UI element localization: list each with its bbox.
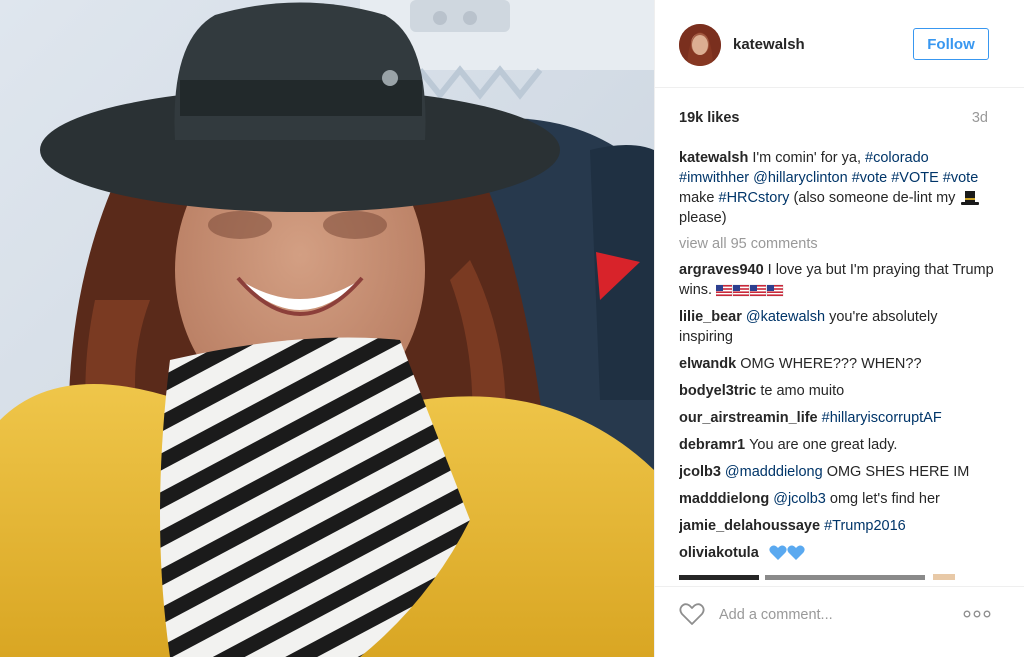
- comment-text: OMG WHERE??? WHEN??: [740, 356, 922, 372]
- comment-item: bodyel3tric te amo muito: [679, 381, 995, 401]
- selfie-image: [0, 0, 654, 657]
- comment-item: our_airstreamin_life #hillaryiscorruptAF: [679, 408, 995, 428]
- comment-username[interactable]: debramr1: [679, 437, 745, 453]
- post-footer: [655, 586, 1024, 657]
- hashtag-link[interactable]: #hillaryiscorruptAF: [822, 410, 942, 426]
- follow-button[interactable]: Follow: [913, 28, 989, 60]
- blue-heart-emoji: [769, 545, 805, 561]
- view-all-comments-link[interactable]: view all 95 comments: [679, 234, 995, 254]
- mention-link[interactable]: @madddielong: [725, 464, 823, 480]
- avatar[interactable]: [679, 24, 721, 66]
- comment-username[interactable]: madddielong: [679, 491, 769, 507]
- hashtag-link[interactable]: #VOTE: [891, 170, 939, 186]
- comments-list: katewalsh I'm comin' for ya, #colorado #i…: [679, 148, 995, 578]
- hashtag-link[interactable]: #vote: [943, 170, 978, 186]
- comment-text: te amo muito: [760, 383, 845, 399]
- hashtag-link[interactable]: #vote: [852, 170, 887, 186]
- comment-username[interactable]: argraves940: [679, 262, 764, 278]
- avatar-image: [679, 24, 721, 66]
- comment-text: You are one great lady.: [749, 437, 898, 453]
- likes-count[interactable]: 19k likes: [679, 110, 739, 126]
- comment-item: jcolb3 @madddielong OMG SHES HERE IM: [679, 462, 995, 482]
- comment-text: omg let's find her: [829, 491, 940, 507]
- post-photo[interactable]: [0, 0, 654, 657]
- us-flag-emoji: [716, 284, 784, 296]
- post-sidebar: katewalsh Follow 19k likes 3d katewalsh I…: [654, 0, 1024, 657]
- comment-username[interactable]: elwandk: [679, 356, 736, 372]
- post-age: 3d: [971, 110, 988, 126]
- post-header: katewalsh Follow: [655, 0, 1024, 88]
- clipped-comment: [679, 574, 955, 580]
- hashtag-link[interactable]: #colorado: [865, 150, 929, 166]
- caption-username[interactable]: katewalsh: [679, 150, 748, 166]
- comment-item: madddielong @jcolb3 omg let's find her: [679, 489, 995, 509]
- comment-username[interactable]: jcolb3: [679, 464, 721, 480]
- add-comment-input[interactable]: [717, 603, 941, 627]
- comment-username[interactable]: bodyel3tric: [679, 383, 756, 399]
- comment-text: OMG SHES HERE IM: [826, 464, 970, 480]
- post-author-username[interactable]: katewalsh: [733, 36, 805, 53]
- hashtag-link[interactable]: #Trump2016: [824, 518, 906, 534]
- mention-link[interactable]: @jcolb3: [773, 491, 826, 507]
- hashtag-link[interactable]: #imwithher: [679, 170, 749, 186]
- more-options-icon[interactable]: [963, 609, 991, 619]
- comment-item: oliviakotula: [679, 543, 995, 563]
- comment-username[interactable]: our_airstreamin_life: [679, 410, 818, 426]
- comment-item: lilie_bear @katewalsh you're absolutely i…: [679, 307, 995, 347]
- comment-username[interactable]: oliviakotula: [679, 545, 759, 561]
- hashtag-link[interactable]: #HRCstory: [719, 190, 790, 206]
- top-hat-emoji: [961, 191, 980, 206]
- comment-username[interactable]: jamie_delahoussaye: [679, 518, 820, 534]
- caption-text: make: [679, 190, 715, 206]
- comment-item: jamie_delahoussaye #Trump2016: [679, 516, 995, 536]
- mention-link[interactable]: @katewalsh: [746, 309, 825, 325]
- heart-outline-icon[interactable]: [679, 602, 705, 626]
- caption-text: (also someone de-lint my: [793, 190, 956, 206]
- caption: katewalsh I'm comin' for ya, #colorado #i…: [679, 148, 995, 228]
- comment-item: elwandk OMG WHERE??? WHEN??: [679, 354, 995, 374]
- mention-link[interactable]: @hillaryclinton: [753, 170, 848, 186]
- comment-item: debramr1 You are one great lady.: [679, 435, 995, 455]
- comment-item: argraves940 I love ya but I'm praying tha…: [679, 260, 995, 300]
- caption-text: I'm comin' for ya,: [752, 150, 866, 166]
- caption-text: please): [679, 210, 727, 226]
- comment-username[interactable]: lilie_bear: [679, 309, 742, 325]
